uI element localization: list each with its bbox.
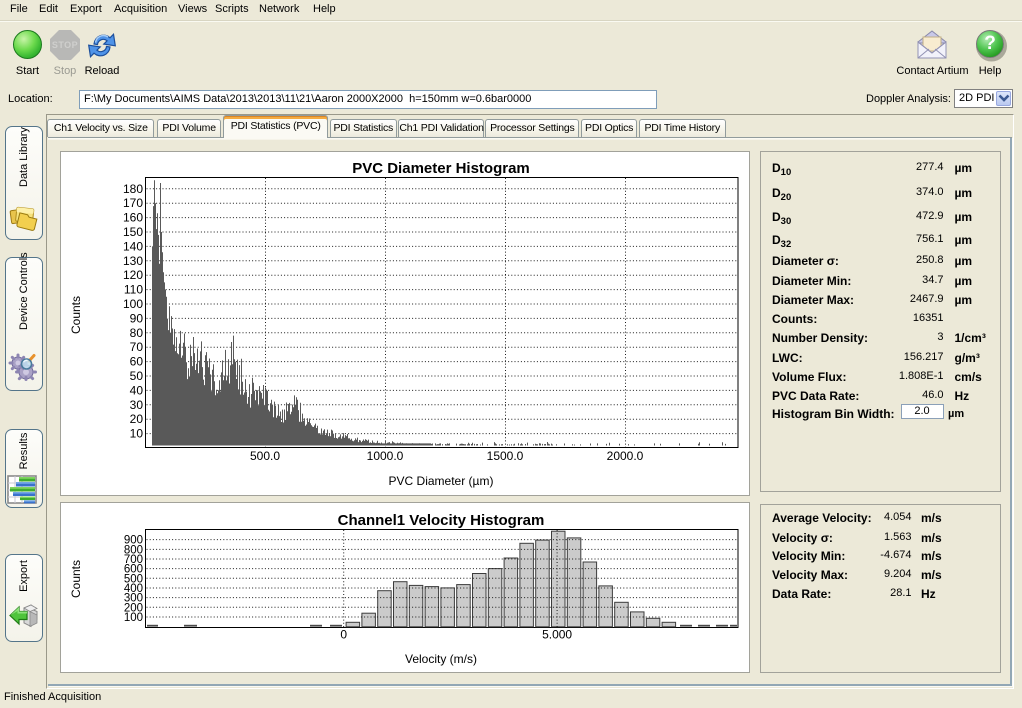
svg-text:0: 0 [340, 628, 347, 642]
svg-text:120: 120 [123, 268, 143, 282]
svg-text:40: 40 [130, 383, 144, 397]
svg-text:1500.0: 1500.0 [487, 449, 524, 463]
svg-text:70: 70 [130, 340, 144, 354]
svg-text:150: 150 [123, 225, 143, 239]
svg-text:30: 30 [130, 398, 144, 412]
svg-text:Counts: Counts [69, 560, 83, 598]
svg-text:60: 60 [130, 355, 144, 369]
svg-text:170: 170 [123, 196, 143, 210]
svg-text:50: 50 [130, 369, 144, 383]
svg-text:100: 100 [123, 297, 143, 311]
svg-text:160: 160 [123, 211, 143, 225]
svg-text:1000.0: 1000.0 [367, 449, 404, 463]
svg-text:140: 140 [123, 239, 143, 253]
svg-text:500.0: 500.0 [250, 449, 280, 463]
svg-text:5.000: 5.000 [542, 628, 572, 642]
svg-text:Channel1 Velocity Histogram: Channel1 Velocity Histogram [338, 512, 545, 529]
svg-text:10: 10 [130, 427, 144, 441]
svg-text:2000.0: 2000.0 [607, 449, 644, 463]
svg-text:110: 110 [124, 283, 143, 297]
svg-text:80: 80 [130, 326, 144, 340]
svg-text:130: 130 [123, 254, 143, 268]
svg-text:20: 20 [130, 412, 144, 426]
svg-text:900: 900 [124, 535, 143, 547]
svg-text:PVC Diameter (µm): PVC Diameter (µm) [389, 474, 494, 488]
svg-text:180: 180 [123, 182, 143, 196]
svg-text:90: 90 [130, 311, 144, 325]
svg-text:PVC Diameter Histogram: PVC Diameter Histogram [352, 160, 530, 177]
svg-text:Velocity (m/s): Velocity (m/s) [405, 652, 477, 666]
svg-text:Counts: Counts [69, 296, 83, 334]
